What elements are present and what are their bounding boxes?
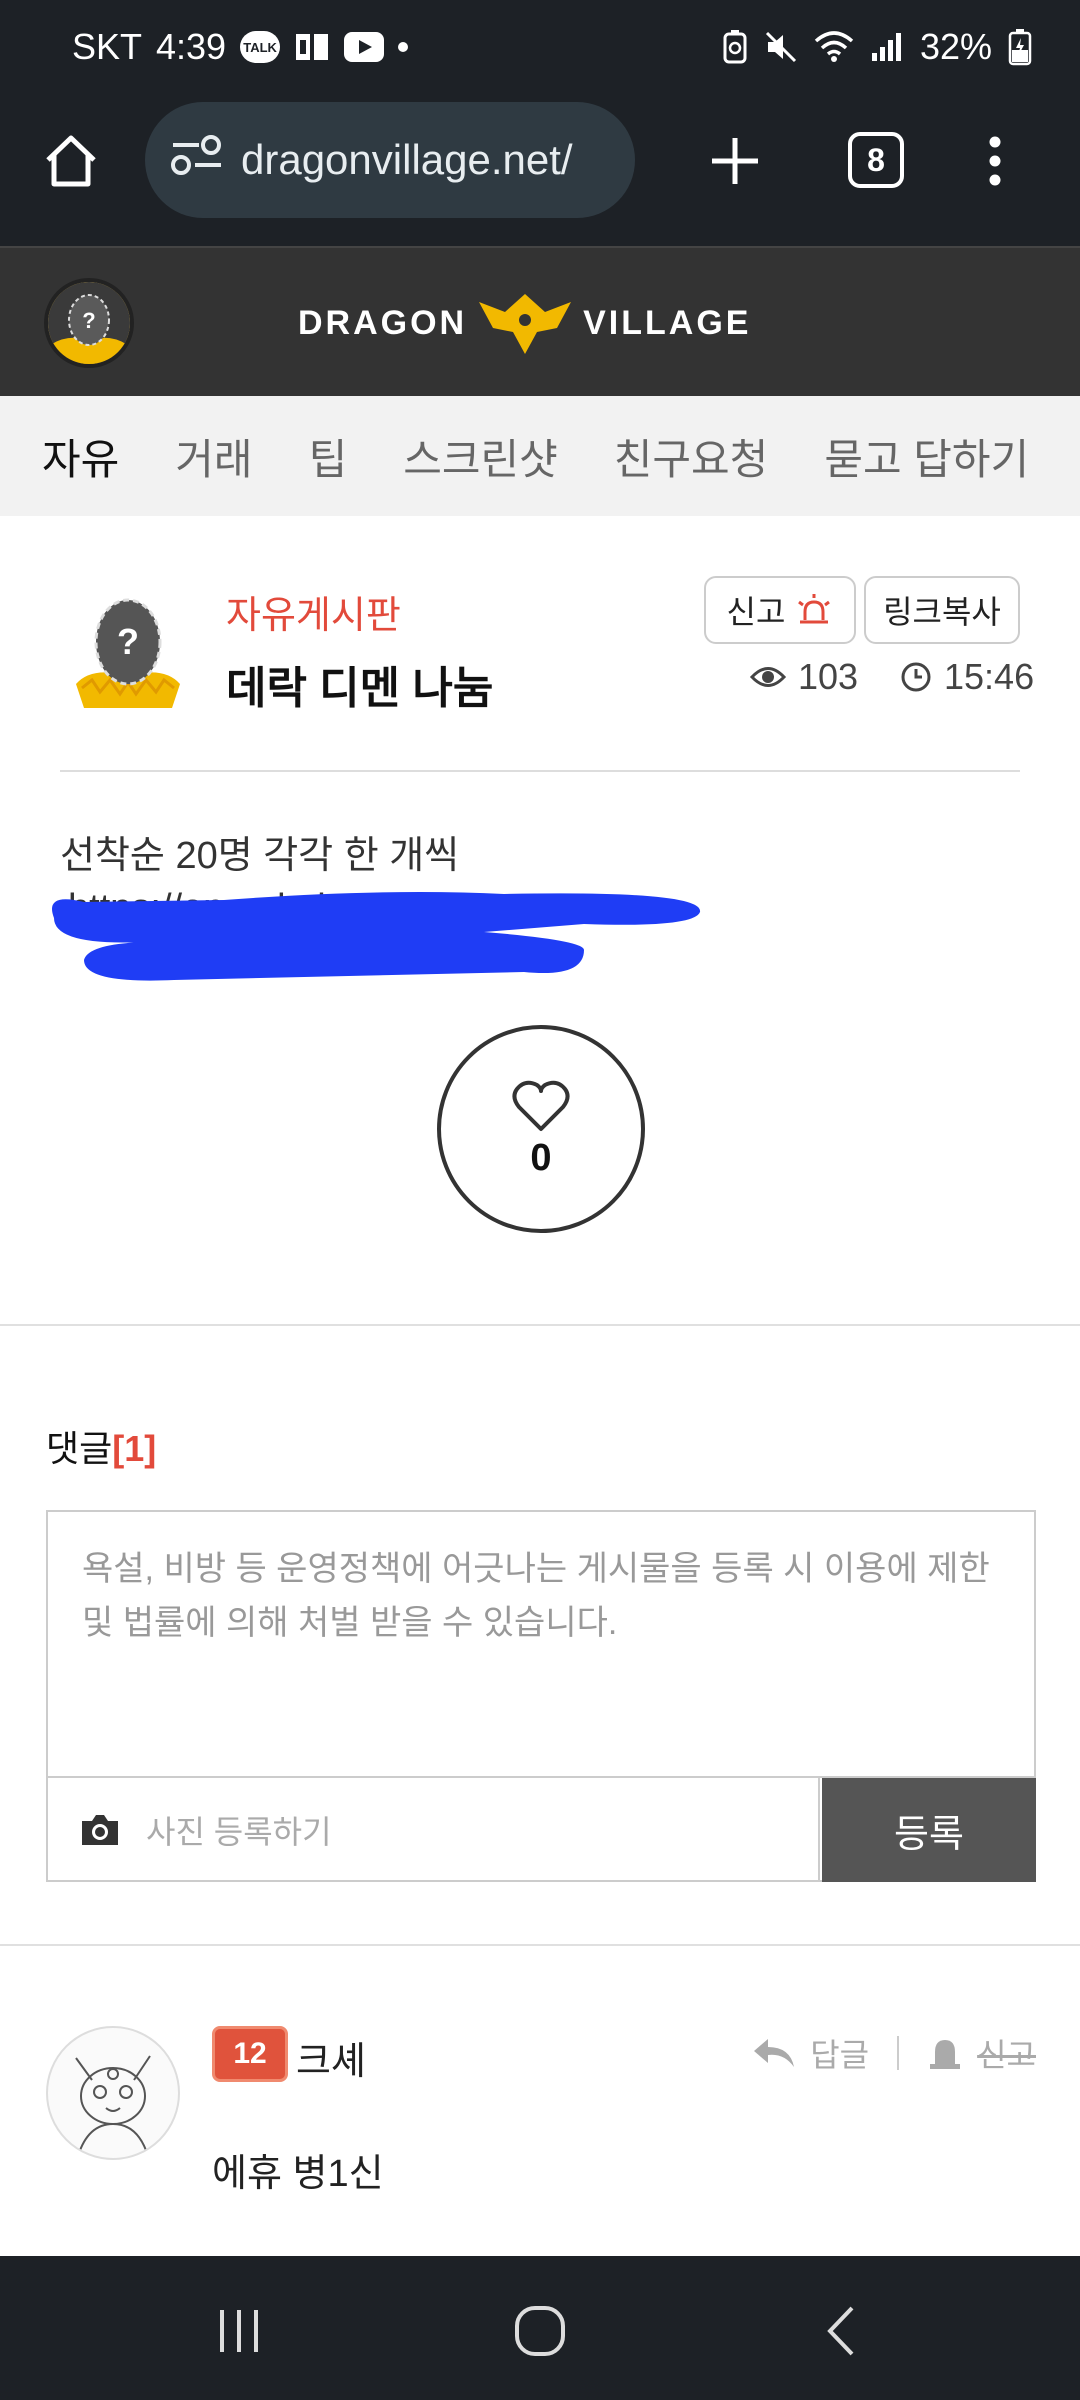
status-bar: SKT 4:39 TALK 32% [0,0,1080,96]
clock: 4:39 [156,26,227,67]
comment-count: [1] [112,1428,157,1469]
comment-text: 에휴 병1신 [212,2153,384,2195]
system-nav-bar [0,2256,1080,2400]
like-button[interactable]: 0 [437,1025,645,1233]
redaction-scribble [52,892,701,981]
level-badge: 12 [212,2026,288,2082]
post-author-avatar[interactable]: ? [72,584,184,714]
post-time: 15:46 [900,656,1034,698]
user-avatar[interactable]: ? [44,278,134,368]
action-separator [897,2036,900,2070]
plus-icon [712,138,758,184]
youtube-icon [344,32,385,62]
site-logo[interactable]: DRAGON VILLAGE [298,288,751,358]
tab-screenshot[interactable]: 스크린샷 [403,426,558,487]
comment-input[interactable] [48,1512,1034,1778]
clock-icon [901,662,931,692]
creature-sketch-icon [75,2055,151,2157]
notification-dot-icon [398,42,409,52]
site-settings-icon[interactable] [169,133,225,187]
dragon-emblem-icon [479,294,572,354]
add-photo-label: 사진 등록하기 [146,1814,332,1850]
home-icon [46,135,96,187]
tab-qna[interactable]: 묻고 답하기 [824,426,1029,487]
add-photo-button[interactable]: 사진 등록하기 [48,1778,820,1882]
tab-free[interactable]: 자유 [39,426,122,495]
battery-saver-icon [722,29,748,65]
like-count: 0 [530,1136,552,1179]
more-vert-icon [989,136,1001,186]
commenter-avatar[interactable] [46,2026,180,2160]
more-menu-button[interactable] [975,126,1015,196]
status-right: 32% [722,26,1032,68]
section-divider [0,1324,1080,1326]
tab-tip[interactable]: 팁 [309,426,348,487]
post-header: ? 자유게시판 데락 디멘 나눔 신고 링크복사 103 15:46 [0,516,1080,774]
post-time-value: 15:46 [944,656,1035,697]
eye-icon [750,667,786,687]
copy-link-button[interactable]: 링크복사 [864,576,1020,644]
app-notification-icon [294,30,330,64]
post-divider [60,770,1020,772]
url-text: dragonvillage.net/ [241,136,573,183]
wifi-icon [814,31,854,63]
camera-icon [82,1815,118,1845]
comment-report-button[interactable]: 신고 [977,2030,1036,2076]
browser-toolbar: dragonvillage.net/ 8 [0,96,1080,246]
kakaotalk-icon: TALK [240,31,281,63]
post-title: 데락 디멘 나눔 [226,664,494,713]
carrier: SKT [72,26,143,67]
home-circle-icon [515,2306,565,2356]
recent-apps-button[interactable] [204,2296,274,2366]
report-label: 신고 [726,594,786,630]
tab-switcher-button[interactable]: 8 [848,132,904,188]
comment-actions: 답글 신고 [752,2030,1036,2076]
logo-text-left: DRAGON [298,303,468,342]
egg-icon: ? [76,598,180,708]
tab-trade[interactable]: 거래 [175,426,252,487]
view-count: 103 [750,656,858,698]
section-divider [0,1944,1080,1946]
category-tabs: 자유 거래 팁 스크린샷 친구요청 묻고 답하기 [0,396,1080,516]
battery-percent: 32% [919,26,992,67]
reply-button[interactable]: 답글 [810,2030,869,2076]
comment-author[interactable]: 크셰 [296,2030,366,2085]
post-body-line: 선착순 20명 각각 한 개씩 [60,835,460,877]
comment-item: 12 크셰 답글 신고 에휴 병1신 [0,1990,1080,2240]
egg-icon: ? [48,282,130,364]
status-left: SKT 4:39 TALK [72,26,409,68]
back-button[interactable] [808,2296,878,2366]
comment-heading: 댓글[1] [46,1420,156,1472]
back-icon [827,2306,854,2356]
comment-form: 사진 등록하기 등록 [46,1510,1036,1882]
siren-icon [798,594,831,624]
site-header: ? DRAGON VILLAGE [0,246,1080,396]
heart-icon [512,1080,570,1131]
signal-icon [870,31,904,63]
reply-icon [754,2039,795,2067]
tab-friend-request[interactable]: 친구요청 [614,426,769,487]
battery-icon [1008,28,1032,66]
home-nav-button[interactable] [505,2296,575,2366]
report-siren-icon [930,2040,961,2069]
mute-icon [764,30,798,64]
logo-text-right: VILLAGE [583,303,752,342]
new-tab-button[interactable] [700,126,770,196]
home-button[interactable] [36,126,106,196]
address-bar[interactable]: dragonvillage.net/ [145,102,635,218]
board-name[interactable]: 자유게시판 [226,584,401,639]
comment-heading-label: 댓글 [46,1428,113,1469]
svg-text:?: ? [82,308,95,333]
report-button[interactable]: 신고 [704,576,856,644]
svg-text:?: ? [117,621,139,662]
recents-icon [220,2310,258,2352]
view-count-value: 103 [798,656,859,697]
submit-comment-button[interactable]: 등록 [822,1778,1036,1882]
